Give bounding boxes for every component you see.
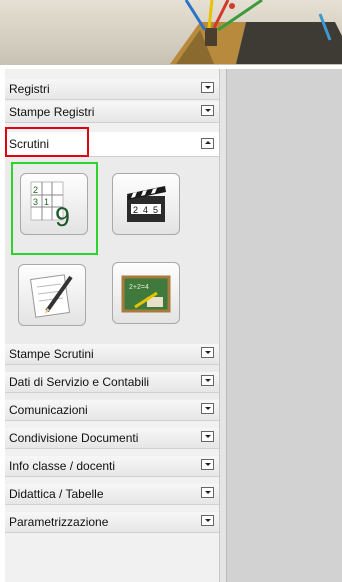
sidebar-item-label: Dati di Servizio e Contabili	[9, 375, 150, 389]
sidebar-item-label: Parametrizzazione	[9, 515, 109, 529]
sidebar-item-label: Registri	[9, 82, 50, 96]
expand-icon[interactable]	[201, 431, 214, 442]
svg-text:2: 2	[133, 205, 138, 215]
sidebar-item-condivisione-documenti[interactable]: Condivisione Documenti	[5, 428, 219, 449]
expand-icon[interactable]	[201, 375, 214, 386]
sidebar-item-didattica-tabelle[interactable]: Didattica / Tabelle	[5, 484, 219, 505]
sidebar-item-stampe-registri[interactable]: Stampe Registri	[5, 102, 219, 123]
collapse-icon[interactable]	[201, 138, 214, 149]
app-header-banner	[0, 0, 342, 65]
svg-text:5: 5	[153, 205, 158, 215]
svg-text:2+2=4: 2+2=4	[129, 284, 149, 291]
main-content-area	[226, 69, 342, 582]
sidebar-item-label: Info classe / docenti	[9, 459, 116, 473]
sidebar-item-parametrizzazione[interactable]: Parametrizzazione	[5, 512, 219, 533]
expand-icon[interactable]	[201, 487, 214, 498]
expand-icon[interactable]	[201, 403, 214, 414]
notepad-pencil-icon[interactable]	[18, 264, 86, 326]
expand-icon[interactable]	[201, 515, 214, 526]
sidebar-item-dati-di-servizio[interactable]: Dati di Servizio e Contabili	[5, 372, 219, 393]
sidebar-item-label: Condivisione Documenti	[9, 431, 139, 445]
sidebar-scrollbar[interactable]	[219, 69, 226, 582]
highlight-green-box	[11, 162, 98, 255]
sidebar-item-stampe-scrutini[interactable]: Stampe Scrutini	[5, 344, 219, 365]
expand-icon[interactable]	[201, 82, 214, 93]
sidebar-item-label: Stampe Scrutini	[9, 347, 94, 361]
expand-icon[interactable]	[201, 347, 214, 358]
sidebar-item-comunicazioni[interactable]: Comunicazioni	[5, 400, 219, 421]
expand-icon[interactable]	[201, 105, 214, 116]
banner-illustration	[170, 0, 342, 64]
sidebar-item-label: Stampe Registri	[9, 105, 95, 119]
sidebar-item-label: Comunicazioni	[9, 403, 88, 417]
chalkboard-icon[interactable]: 2+2=4	[112, 262, 180, 324]
clapperboard-icon[interactable]: 2 4 5	[112, 173, 180, 235]
sidebar-item-info-classe[interactable]: Info classe / docenti	[5, 456, 219, 477]
sidebar-item-registri[interactable]: Registri	[5, 79, 219, 100]
sidebar-item-label: Didattica / Tabelle	[9, 487, 104, 501]
expand-icon[interactable]	[201, 459, 214, 470]
highlight-red-box	[5, 127, 89, 157]
svg-text:4: 4	[143, 205, 148, 215]
